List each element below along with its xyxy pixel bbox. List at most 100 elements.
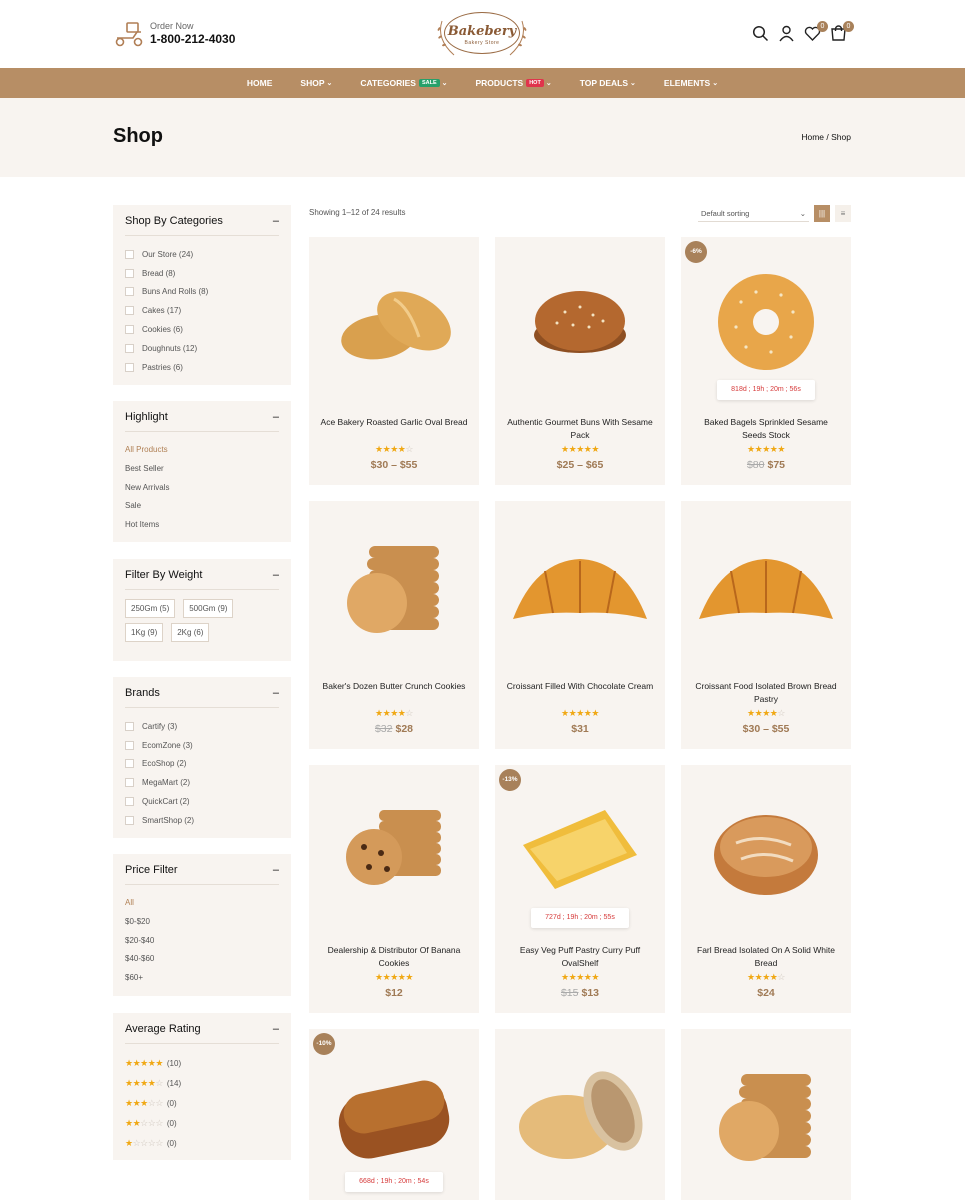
product-card[interactable]: -6% 818d ; 19h ; 20m ; 56s Baked Bagels Sp… [681,237,851,485]
checkbox[interactable] [125,362,134,372]
phone-number[interactable]: 1-800-212-4030 [150,32,235,47]
checkbox[interactable] [125,325,134,335]
categories-option[interactable]: Cookies (6) [125,320,279,339]
categories-option[interactable]: Pastries (6) [125,358,279,377]
product-image[interactable] [495,237,665,407]
nav-item-top-deals[interactable]: TOP DEALS ⌄ [580,78,636,88]
brands-option[interactable]: EcomZone (3) [125,736,279,755]
checkbox[interactable] [125,778,134,788]
widget-header[interactable]: Average Rating – [125,1023,279,1044]
widget-header[interactable]: Shop By Categories – [125,215,279,236]
price-link[interactable]: $60+ [125,969,279,988]
order-now[interactable]: Order Now 1-800-212-4030 [113,20,235,48]
rating-filter-option[interactable]: ★☆☆☆☆ (0) [125,1133,279,1153]
product-card[interactable]: Farl Bread Isolated On A Solid White Bre… [681,765,851,1013]
widget-header[interactable]: Brands – [125,687,279,708]
product-card[interactable]: Baker's Dozen Butter Crunch Cookies ★★★★☆… [309,501,479,749]
product-image[interactable] [681,1029,851,1199]
checkbox[interactable] [125,740,134,750]
checkbox[interactable] [125,815,134,825]
nav-item-products[interactable]: PRODUCTS HOT ⌄ [476,78,552,88]
product-image[interactable] [309,501,479,671]
product-title[interactable]: Baked Bagels Sprinkled Sesame Seeds Stoc… [691,416,841,441]
highlight-link[interactable]: Hot Items [125,516,279,535]
product-image[interactable] [681,501,851,671]
product-title[interactable]: Easy Veg Puff Pastry Curry Puff OvalShel… [505,944,655,969]
product-title[interactable]: Baker's Dozen Butter Crunch Cookies [319,680,469,693]
product-card[interactable]: Authentic Gourmet Buns With Sesame Pack ★… [495,237,665,485]
brands-option[interactable]: QuickCart (2) [125,792,279,811]
checkbox[interactable] [125,306,134,316]
product-title[interactable]: Ace Bakery Roasted Garlic Oval Bread [319,416,469,429]
checkbox[interactable] [125,287,134,297]
categories-option[interactable]: Our Store (24) [125,245,279,264]
product-image[interactable] [495,501,665,671]
brands-option[interactable]: SmartShop (2) [125,811,279,830]
nav-item-elements[interactable]: ELEMENTS ⌄ [664,78,718,88]
highlight-link[interactable]: Best Seller [125,460,279,479]
widget-header[interactable]: Filter By Weight – [125,569,279,590]
brands-option[interactable]: MegaMart (2) [125,773,279,792]
widget-header[interactable]: Price Filter – [125,864,279,885]
product-title[interactable]: Farl Bread Isolated On A Solid White Bre… [691,944,841,969]
product-card[interactable]: Ace Bakery Roasted Garlic Oval Bread ★★★★… [309,237,479,485]
checkbox[interactable] [125,721,134,731]
price-link[interactable]: $20-$40 [125,932,279,951]
product-title[interactable]: Croissant Food Isolated Brown Bread Past… [691,680,841,705]
wishlist-button[interactable]: 0 [804,21,828,42]
highlight-link[interactable]: New Arrivals [125,479,279,498]
product-title[interactable]: Authentic Gourmet Buns With Sesame Pack [505,416,655,441]
brands-option[interactable]: Cartify (3) [125,717,279,736]
product-title[interactable]: Dealership & Distributor Of Banana Cooki… [319,944,469,969]
product-card[interactable] [495,1029,665,1200]
rating-filter-option[interactable]: ★★★★★ (10) [125,1053,279,1073]
nav-item-categories[interactable]: CATEGORIES SALE ⌄ [360,78,447,88]
highlight-link[interactable]: Sale [125,497,279,516]
widget-header[interactable]: Highlight – [125,411,279,432]
list-view-button[interactable]: ≡ [835,205,851,222]
collapse-icon[interactable]: – [273,1023,279,1035]
price-link[interactable]: All [125,894,279,913]
collapse-icon[interactable]: – [273,687,279,699]
product-image[interactable] [309,237,479,407]
product-card[interactable] [681,1029,851,1200]
account-button[interactable] [778,25,795,42]
weight-chip[interactable]: 1Kg (9) [125,623,164,642]
product-card[interactable]: -13% 727d ; 19h ; 20m ; 55s Easy Veg Puff … [495,765,665,1013]
categories-option[interactable]: Cakes (17) [125,301,279,320]
categories-option[interactable]: Bread (8) [125,264,279,283]
product-title[interactable]: Croissant Filled With Chocolate Cream [505,680,655,693]
categories-option[interactable]: Buns And Rolls (8) [125,283,279,302]
product-card[interactable]: Dealership & Distributor Of Banana Cooki… [309,765,479,1013]
checkbox[interactable] [125,268,134,278]
product-image[interactable] [681,765,851,935]
highlight-link[interactable]: All Products [125,441,279,460]
collapse-icon[interactable]: – [273,569,279,581]
rating-filter-option[interactable]: ★★☆☆☆ (0) [125,1113,279,1133]
brands-option[interactable]: EcoShop (2) [125,755,279,774]
product-card[interactable]: -10% 668d ; 19h ; 20m ; 54s [309,1029,479,1200]
sort-select[interactable]: Default sorting ⌄ [698,205,809,222]
collapse-icon[interactable]: – [273,864,279,876]
product-image[interactable] [309,765,479,935]
rating-filter-option[interactable]: ★★★☆☆ (0) [125,1093,279,1113]
nav-item-home[interactable]: HOME [247,78,273,88]
grid-view-button[interactable]: ||| [814,205,830,222]
collapse-icon[interactable]: – [273,215,279,227]
site-logo[interactable]: Bakebery Bakery Store [432,9,532,59]
nav-item-shop[interactable]: SHOP ⌄ [300,78,332,88]
weight-chip[interactable]: 250Gm (5) [125,599,176,618]
rating-filter-option[interactable]: ★★★★☆ (14) [125,1073,279,1093]
checkbox[interactable] [125,249,134,259]
weight-chip[interactable]: 2Kg (6) [171,623,210,642]
product-card[interactable]: Croissant Food Isolated Brown Bread Past… [681,501,851,749]
collapse-icon[interactable]: – [273,411,279,423]
checkbox[interactable] [125,797,134,807]
product-card[interactable]: Croissant Filled With Chocolate Cream ★ ★ ★… [495,501,665,749]
breadcrumb-home[interactable]: Home [801,132,824,142]
checkbox[interactable] [125,343,134,353]
weight-chip[interactable]: 500Gm (9) [183,599,234,618]
cart-button[interactable]: 0 [830,21,854,42]
checkbox[interactable] [125,759,134,769]
price-link[interactable]: $0-$20 [125,913,279,932]
